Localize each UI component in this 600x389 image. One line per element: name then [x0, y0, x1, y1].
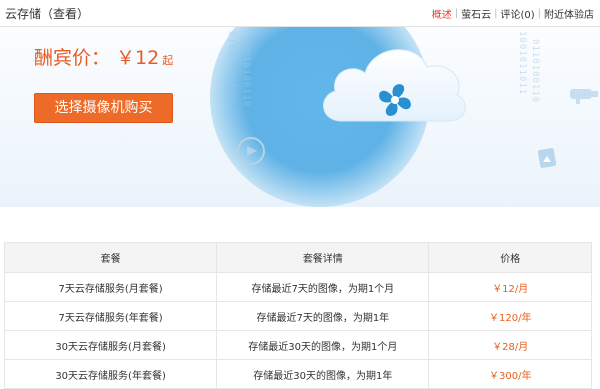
nav-separator: | [454, 8, 459, 19]
promo-banner: 01001100101 11010100110 1001011011 01101… [0, 27, 600, 207]
nav-nearby-stores[interactable]: 附近体验店 [544, 6, 594, 21]
package-detail-cell: 存储最近7天的图像，为期1年 [216, 301, 430, 331]
binary-decoration: 0110100110 [530, 39, 540, 104]
page-title: 云存储（查看） [5, 7, 90, 21]
table-header-row: 套餐 套餐详情 价格 [3, 242, 592, 273]
package-price-cell: ￥12/月 [428, 272, 592, 302]
package-table: 套餐 套餐详情 价格 7天云存储服务(月套餐) 存储最近7天的图像，为期1个月 … [3, 242, 592, 389]
promo-price: 酬宾价： ￥12 起 [34, 43, 173, 70]
play-icon [237, 137, 265, 165]
select-camera-button[interactable]: 选择摄像机购买 [34, 93, 173, 123]
package-price-cell: ￥28/月 [428, 330, 592, 360]
column-header-package: 套餐 [3, 242, 218, 273]
nav-separator: | [494, 8, 498, 19]
column-header-price: 价格 [428, 242, 592, 273]
table-row: 7天云存储服务(月套餐) 存储最近7天的图像，为期1个月 ￥12/月 [3, 272, 592, 302]
price-value: ￥12 [116, 47, 160, 69]
package-detail-cell: 存储最近7天的图像，为期1个月 [216, 272, 430, 302]
package-name-cell: 30天云存储服务(月套餐) [3, 330, 218, 360]
fan-icon [379, 84, 411, 116]
price-suffix: 起 [162, 54, 174, 67]
binary-decoration: 01001100101 [226, 31, 236, 102]
top-bar: 云存储（查看） 概述 | 萤石云 | 评论(0) | 附近体验店 [0, 0, 600, 27]
table-row: 30天云存储服务(月套餐) 存储最近30天的图像，为期1个月 ￥28/月 [3, 330, 592, 360]
nav-separator: | [537, 8, 541, 19]
package-detail-cell: 存储最近30天的图像，为期1年 [216, 359, 430, 389]
price-label: 酬宾价： [34, 47, 111, 69]
package-name-cell: 7天云存储服务(月套餐) [3, 272, 218, 302]
package-price-cell: ￥120/年 [428, 301, 592, 331]
package-name-cell: 30天云存储服务(年套餐) [3, 359, 218, 389]
camera-icon [570, 89, 598, 104]
top-nav: 概述 | 萤石云 | 评论(0) | 附近体验店 [432, 6, 594, 21]
nav-comments[interactable]: 评论(0) [500, 6, 534, 21]
table-row: 7天云存储服务(年套餐) 存储最近7天的图像，为期1年 ￥120/年 [3, 301, 592, 331]
package-price-cell: ￥300/年 [428, 359, 592, 389]
nav-overview[interactable]: 概述 [432, 6, 452, 21]
photo-icon [537, 148, 557, 168]
package-detail-cell: 存储最近30天的图像，为期1个月 [216, 330, 430, 360]
table-row: 30天云存储服务(年套餐) 存储最近30天的图像，为期1年 ￥300/年 [3, 359, 592, 389]
nav-ezviz-cloud[interactable]: 萤石云 [461, 6, 491, 21]
package-name-cell: 7天云存储服务(年套餐) [3, 301, 218, 331]
binary-decoration: 1001011011 [517, 31, 527, 96]
binary-decoration: 11010100110 [241, 37, 251, 108]
column-header-details: 套餐详情 [216, 242, 430, 273]
